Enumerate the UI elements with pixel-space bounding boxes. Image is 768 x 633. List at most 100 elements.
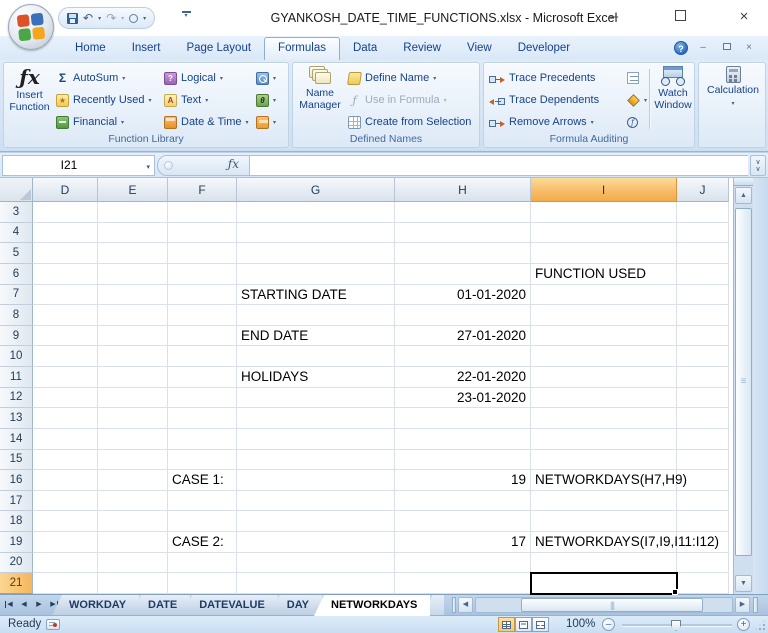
cell-I5[interactable] bbox=[531, 243, 677, 264]
date-time-button[interactable]: Date & Time ▾ bbox=[164, 112, 249, 132]
text-button[interactable]: A Text ▾ bbox=[164, 90, 208, 110]
financial-button[interactable]: Financial ▾ bbox=[56, 112, 124, 132]
cell-G6[interactable] bbox=[237, 263, 395, 285]
row-header-20[interactable]: 20 bbox=[0, 552, 33, 574]
row-header-18[interactable]: 18 bbox=[0, 511, 33, 532]
cell-D14[interactable] bbox=[33, 428, 98, 450]
normal-view-button[interactable] bbox=[498, 617, 515, 632]
cell-F14[interactable] bbox=[168, 428, 237, 450]
cell-G13[interactable] bbox=[237, 408, 395, 429]
column-header-E[interactable]: E bbox=[98, 178, 168, 202]
watch-window-button[interactable]: Watch Window bbox=[651, 66, 695, 111]
use-in-formula-button[interactable]: ƒ Use in Formula ▾ bbox=[348, 90, 446, 110]
row-header-17[interactable]: 17 bbox=[0, 490, 33, 512]
zoom-level[interactable]: 100% bbox=[566, 618, 595, 630]
cell-J17[interactable] bbox=[677, 490, 729, 512]
cell-G19[interactable] bbox=[237, 532, 395, 553]
cell-G5[interactable] bbox=[237, 243, 395, 264]
tab-split-handle-left[interactable] bbox=[452, 597, 456, 613]
maximize-button[interactable] bbox=[662, 0, 698, 34]
row-header-11[interactable]: 11 bbox=[0, 367, 33, 388]
name-manager-button[interactable]: Name Manager bbox=[296, 66, 344, 111]
cell-D7[interactable] bbox=[33, 284, 98, 306]
workbook-restore-button[interactable] bbox=[720, 42, 734, 55]
cell-G20[interactable] bbox=[237, 552, 395, 574]
cell-F19[interactable]: CASE 2: bbox=[168, 532, 237, 553]
cell-J10[interactable] bbox=[677, 346, 729, 367]
cell-E16[interactable] bbox=[98, 470, 168, 491]
cell-E7[interactable] bbox=[98, 284, 168, 306]
cell-I11[interactable] bbox=[531, 367, 677, 388]
cell-E3[interactable] bbox=[98, 202, 168, 223]
cell-F3[interactable] bbox=[168, 202, 237, 223]
error-checking-button[interactable]: ▾ bbox=[627, 90, 647, 110]
column-header-H[interactable]: H bbox=[395, 178, 531, 202]
cell-E8[interactable] bbox=[98, 305, 168, 326]
cell-G14[interactable] bbox=[237, 428, 395, 450]
cell-D10[interactable] bbox=[33, 346, 98, 367]
cell-E15[interactable] bbox=[98, 449, 168, 471]
cell-D6[interactable] bbox=[33, 263, 98, 285]
calculation-button[interactable]: Calculation ▾ bbox=[703, 66, 763, 107]
row-header-12[interactable]: 12 bbox=[0, 387, 33, 409]
cell-H11[interactable]: 22-01-2020 bbox=[395, 367, 531, 388]
cell-G3[interactable] bbox=[237, 202, 395, 223]
cell-H9[interactable]: 27-01-2020 bbox=[395, 325, 531, 347]
row-header-5[interactable]: 5 bbox=[0, 243, 33, 264]
cell-I9[interactable] bbox=[531, 325, 677, 347]
formula-input[interactable] bbox=[250, 155, 748, 176]
cell-J7[interactable] bbox=[677, 284, 729, 306]
cell-F11[interactable] bbox=[168, 367, 237, 388]
cell-F12[interactable] bbox=[168, 387, 237, 409]
cell-I18[interactable] bbox=[531, 511, 677, 532]
ribbon-tab-home[interactable]: Home bbox=[62, 37, 119, 60]
cell-H10[interactable] bbox=[395, 346, 531, 367]
cell-J5[interactable] bbox=[677, 243, 729, 264]
cell-H12[interactable]: 23-01-2020 bbox=[395, 387, 531, 409]
cell-I4[interactable] bbox=[531, 222, 677, 244]
hscroll-right-button[interactable]: ▶ bbox=[735, 597, 750, 613]
column-header-D[interactable]: D bbox=[33, 178, 98, 202]
row-header-19[interactable]: 19 bbox=[0, 532, 33, 553]
page-layout-view-button[interactable] bbox=[515, 617, 532, 632]
cell-H13[interactable] bbox=[395, 408, 531, 429]
cell-H21[interactable] bbox=[395, 573, 531, 594]
minimize-button[interactable]: – bbox=[596, 0, 632, 34]
cell-G11[interactable]: HOLIDAYS bbox=[237, 367, 395, 388]
column-header-G[interactable]: G bbox=[237, 178, 395, 202]
cell-E5[interactable] bbox=[98, 243, 168, 264]
close-button[interactable]: × bbox=[726, 0, 762, 34]
cell-D17[interactable] bbox=[33, 490, 98, 512]
cell-J3[interactable] bbox=[677, 202, 729, 223]
trace-precedents-button[interactable]: Trace Precedents bbox=[489, 68, 595, 88]
cell-F16[interactable]: CASE 1: bbox=[168, 470, 237, 491]
cell-H19[interactable]: 17 bbox=[395, 532, 531, 553]
cell-F20[interactable] bbox=[168, 552, 237, 574]
cell-F9[interactable] bbox=[168, 325, 237, 347]
lookup-reference-button[interactable]: ▾ bbox=[256, 68, 276, 88]
cell-F15[interactable] bbox=[168, 449, 237, 471]
cell-H16[interactable]: 19 bbox=[395, 470, 531, 491]
cell-E6[interactable] bbox=[98, 263, 168, 285]
scroll-up-button[interactable]: ▲ bbox=[735, 187, 752, 204]
cell-D3[interactable] bbox=[33, 202, 98, 223]
cell-E19[interactable] bbox=[98, 532, 168, 553]
cell-I10[interactable] bbox=[531, 346, 677, 367]
workbook-close-button[interactable]: × bbox=[742, 42, 756, 55]
cell-H20[interactable] bbox=[395, 552, 531, 574]
cell-D13[interactable] bbox=[33, 408, 98, 429]
next-sheet-button[interactable]: ▶ bbox=[32, 597, 46, 613]
cell-H5[interactable] bbox=[395, 243, 531, 264]
show-formulas-button[interactable] bbox=[627, 68, 639, 88]
cell-E21[interactable] bbox=[98, 573, 168, 594]
sheet-tab-date[interactable]: DATE bbox=[131, 595, 191, 616]
cell-H14[interactable] bbox=[395, 428, 531, 450]
cell-F6[interactable] bbox=[168, 263, 237, 285]
cell-D8[interactable] bbox=[33, 305, 98, 326]
cell-J12[interactable] bbox=[677, 387, 729, 409]
cell-J21[interactable] bbox=[677, 573, 729, 594]
cell-D21[interactable] bbox=[33, 573, 98, 594]
vertical-split-handle[interactable] bbox=[734, 178, 753, 186]
column-header-F[interactable]: F bbox=[168, 178, 237, 202]
cell-J9[interactable] bbox=[677, 325, 729, 347]
